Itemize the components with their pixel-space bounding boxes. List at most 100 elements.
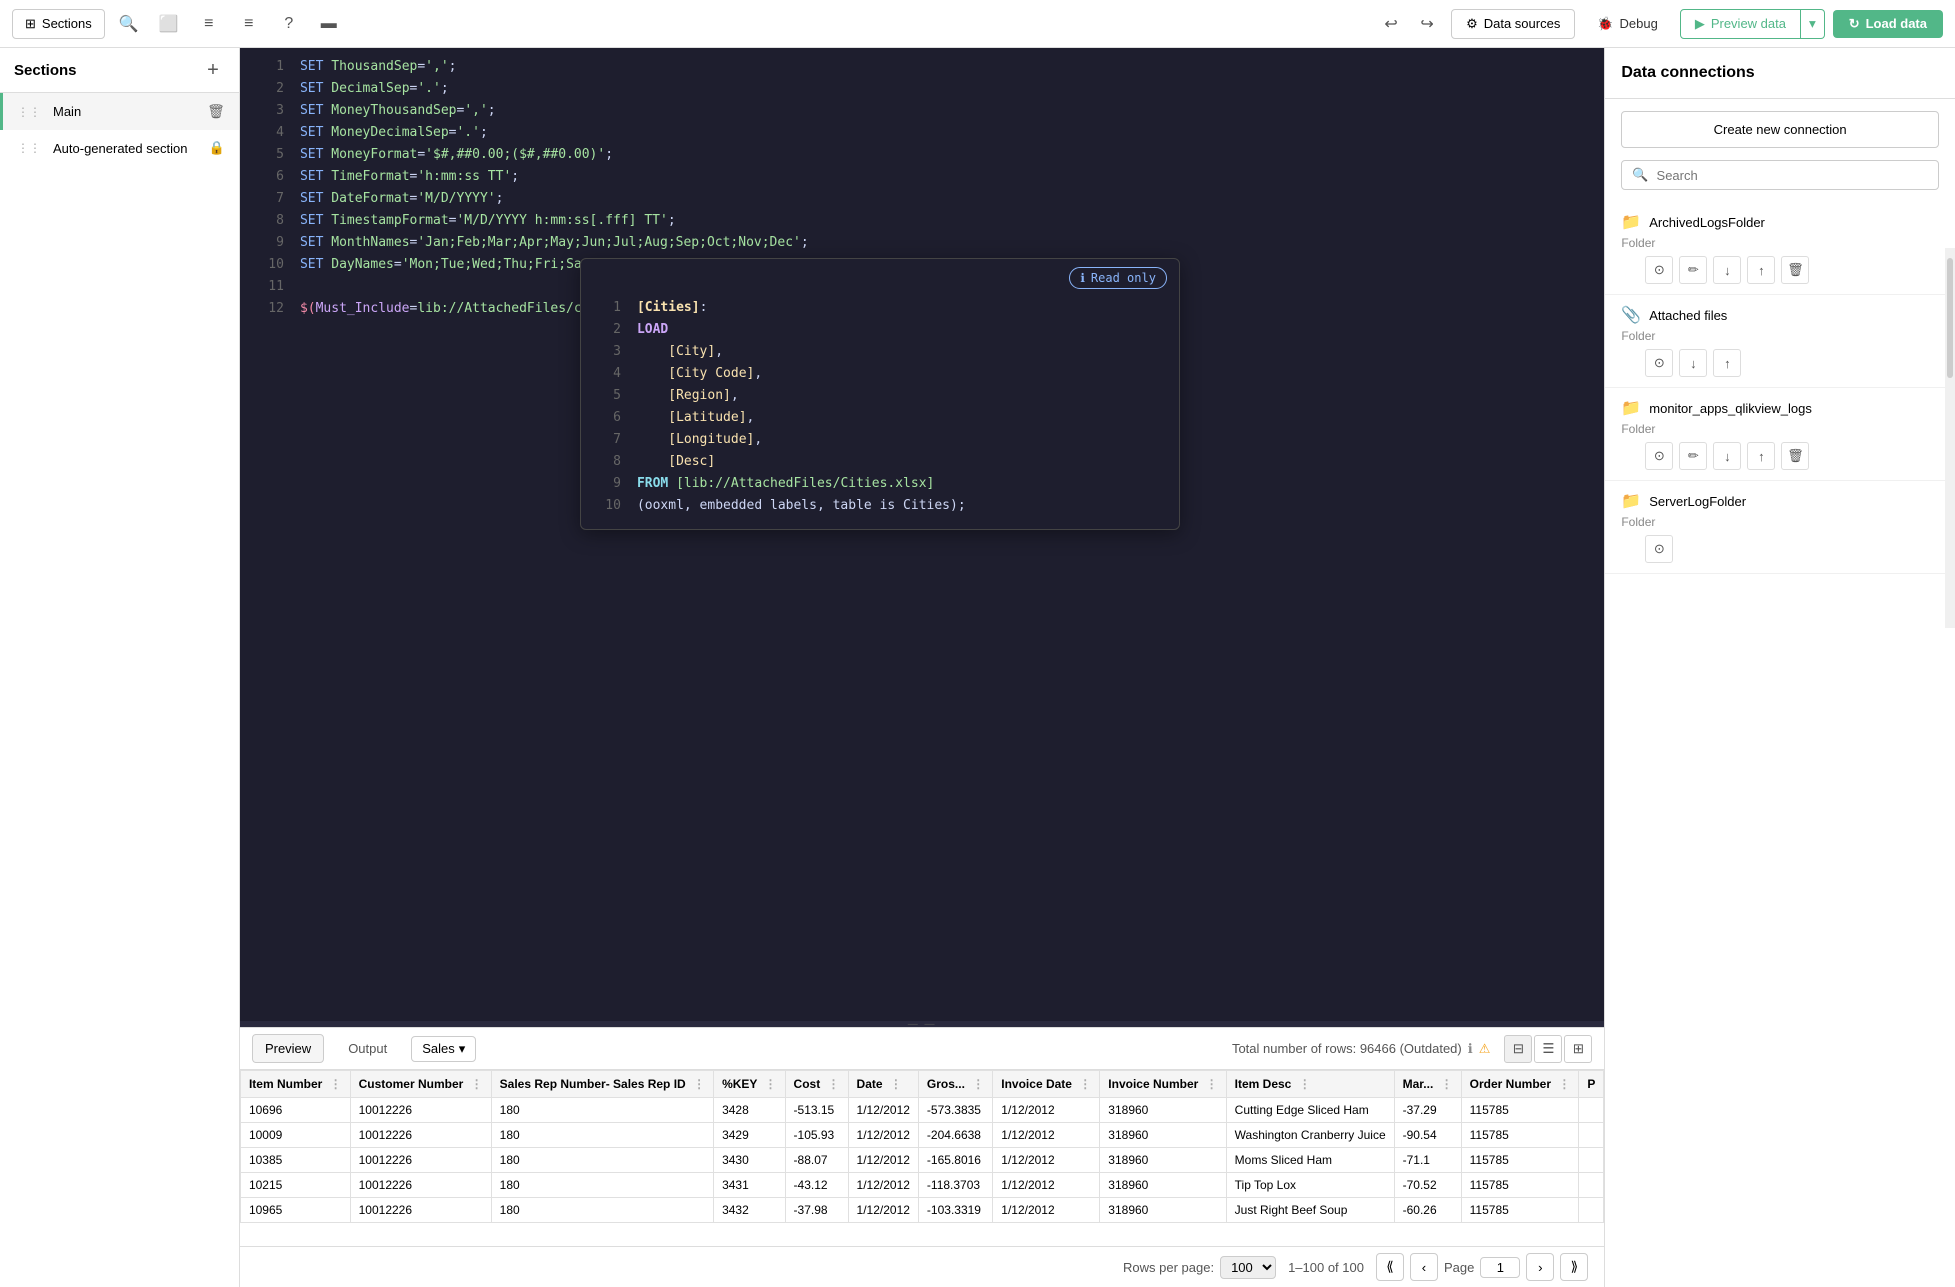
conn-insert-load-btn-attached[interactable]: ↓ [1679,349,1707,377]
preview-load-group: ▶ Preview data ▾ [1680,9,1825,39]
conn-select-btn-archived[interactable]: ⊙ [1645,256,1673,284]
prev-page-btn[interactable]: ‹ [1410,1253,1438,1281]
folder-icon-attached: 📎 [1621,305,1641,325]
view-grid-btn[interactable]: ⊞ [1564,1035,1592,1063]
view-table-btn[interactable]: ⊟ [1504,1035,1532,1063]
conn-select-btn-serverlog[interactable]: ⊙ [1645,535,1673,563]
conn-select-btn-attached[interactable]: ⊙ [1645,349,1673,377]
delete-section-icon[interactable]: 🗑 [207,103,225,120]
create-connection-btn[interactable]: Create new connection [1621,111,1939,148]
search-icon: 🔍 [1632,167,1648,183]
undo-btn[interactable]: ↩ [1375,8,1407,40]
preview-data-dropdown-btn[interactable]: ▾ [1801,9,1825,39]
left-sidebar: Sections + ⋮⋮ Main 🗑 ⋮⋮ Auto-generated s… [0,48,240,1287]
sections-btn-label: Sections [42,16,92,31]
next-page-btn[interactable]: › [1526,1253,1554,1281]
right-panel-header: Data connections [1605,48,1955,99]
col-invoice-number: Invoice Number ⋮ [1100,1071,1226,1098]
data-sources-btn[interactable]: ⚙ Data sources [1451,9,1575,39]
right-panel: Data connections Create new connection 🔍… [1604,48,1955,1287]
data-table-wrapper[interactable]: Item Number ⋮ Customer Number ⋮ Sales Re… [240,1070,1604,1246]
lock-icon: 🔒 [209,140,225,156]
col-order-number: Order Number ⋮ [1461,1071,1579,1098]
indent-decrease-btn[interactable]: ≡ [233,8,265,40]
rows-per-page: Rows per page: 100 50 25 [1123,1256,1276,1279]
conn-insert-store-btn-archived[interactable]: ↑ [1747,256,1775,284]
conn-edit-btn-monitor[interactable]: ✏ [1679,442,1707,470]
conn-select-btn-monitor[interactable]: ⊙ [1645,442,1673,470]
read-only-badge: ℹ Read only [1069,267,1167,289]
preview-icon: ▶ [1695,16,1705,32]
popup-line-6: 6 [Latitude], [581,407,1179,429]
preview-tab[interactable]: Preview [252,1034,324,1063]
conn-item-archived: 📁 ArchivedLogsFolder Folder ⊙ ✏ ↓ ↑ 🗑 [1605,202,1955,295]
snippet-btn[interactable]: ▬ [313,8,345,40]
main-layout: Sections + ⋮⋮ Main 🗑 ⋮⋮ Auto-generated s… [0,48,1955,1287]
view-list-btn[interactable]: ☰ [1534,1035,1562,1063]
preview-data-btn[interactable]: ▶ Preview data [1680,9,1801,39]
load-data-btn[interactable]: ↻ Load data [1833,10,1943,38]
conn-item-header-attached: 📎 Attached files [1621,305,1939,325]
conn-item-attached: 📎 Attached files Folder ⊙ ↓ ↑ [1605,295,1955,388]
conn-insert-load-btn-monitor[interactable]: ↓ [1713,442,1741,470]
table-row: 10965100122261803432-37.981/12/2012-103.… [240,1198,1603,1223]
sidebar-add-btn[interactable]: + [201,58,225,82]
conn-item-serverlog: 📁 ServerLogFolder Folder ⊙ [1605,481,1955,574]
col-item-number: Item Number ⋮ [240,1071,350,1098]
col-customer-number: Customer Number ⋮ [350,1071,491,1098]
code-line-7: 7 SET DateFormat='M/D/YYYY'; [240,188,1604,210]
data-sources-icon: ⚙ [1466,16,1478,32]
info-icon: ℹ [1080,271,1085,285]
indent-increase-btn[interactable]: ≡ [193,8,225,40]
popup-code: 1 [Cities]: 2 LOAD 3 [City], 4 [City Cod… [581,293,1179,529]
search-input[interactable] [1657,168,1928,183]
debug-icon: 🐞 [1597,16,1613,32]
view-toggles: ⊟ ☰ ⊞ [1504,1035,1592,1063]
popup-header: ℹ Read only [581,259,1179,293]
code-line-8: 8 SET TimestampFormat='M/D/YYYY h:mm:ss[… [240,210,1604,232]
conn-insert-store-btn-attached[interactable]: ↑ [1713,349,1741,377]
sidebar-item-main[interactable]: ⋮⋮ Main 🗑 [0,93,239,130]
info-icon-count: ℹ [1468,1041,1473,1057]
output-tab[interactable]: Output [336,1035,399,1062]
sales-select[interactable]: Sales ▾ [411,1036,476,1062]
conn-insert-store-btn-monitor[interactable]: ↑ [1747,442,1775,470]
first-page-btn[interactable]: ⟪ [1376,1253,1404,1281]
conn-insert-load-btn-archived[interactable]: ↓ [1713,256,1741,284]
debug-btn[interactable]: 🐞 Debug [1583,10,1672,38]
search-btn[interactable]: 🔍 [113,8,145,40]
col-invoice-date: Invoice Date ⋮ [993,1071,1100,1098]
code-line-6: 6 SET TimeFormat='h:mm:ss TT'; [240,166,1604,188]
sections-toggle-btn[interactable]: ⊞ Sections [12,9,105,39]
sidebar-item-autogen-label: Auto-generated section [53,141,201,156]
center-editor-area: 1 SET ThousandSep=','; 2 SET DecimalSep=… [240,48,1604,1287]
conn-item-header-archived: 📁 ArchivedLogsFolder [1621,212,1939,232]
sidebar-header: Sections + [0,48,239,93]
last-page-btn[interactable]: ⟫ [1560,1253,1588,1281]
conn-actions-archived: ⊙ ✏ ↓ ↑ 🗑 [1621,256,1939,284]
comment-btn[interactable]: ⬜ [153,8,185,40]
col-item-desc: Item Desc ⋮ [1226,1071,1394,1098]
code-editor[interactable]: 1 SET ThousandSep=','; 2 SET DecimalSep=… [240,48,1604,1021]
bottom-panel: Preview Output Sales ▾ Total number of r… [240,1027,1604,1287]
search-box[interactable]: 🔍 [1621,160,1939,190]
code-line-5: 5 SET MoneyFormat='$#,##0.00;($#,##0.00)… [240,144,1604,166]
rows-per-page-select[interactable]: 100 50 25 [1220,1256,1276,1279]
code-line-9: 9 SET MonthNames='Jan;Feb;Mar;Apr;May;Ju… [240,232,1604,254]
help-btn[interactable]: ? [273,8,305,40]
sidebar-item-autogen[interactable]: ⋮⋮ Auto-generated section 🔒 [0,130,239,166]
popup-line-4: 4 [City Code], [581,363,1179,385]
conn-actions-monitor: ⊙ ✏ ↓ ↑ 🗑 [1621,442,1939,470]
conn-edit-btn-archived[interactable]: ✏ [1679,256,1707,284]
redo-btn[interactable]: ↪ [1411,8,1443,40]
conn-delete-btn-archived[interactable]: 🗑 [1781,256,1809,284]
right-panel-scrollbar[interactable] [1945,248,1955,628]
table-pagination: Rows per page: 100 50 25 1–100 of 100 ⟪ … [240,1246,1604,1287]
load-icon: ↻ [1849,16,1860,32]
col-sales-rep: Sales Rep Number- Sales Rep ID ⋮ [491,1071,713,1098]
code-popup: ℹ Read only 1 [Cities]: 2 LOAD 3 [580,258,1180,530]
conn-delete-btn-monitor[interactable]: 🗑 [1781,442,1809,470]
popup-line-8: 8 [Desc] [581,451,1179,473]
page-input[interactable] [1480,1257,1520,1278]
col-date: Date ⋮ [848,1071,918,1098]
